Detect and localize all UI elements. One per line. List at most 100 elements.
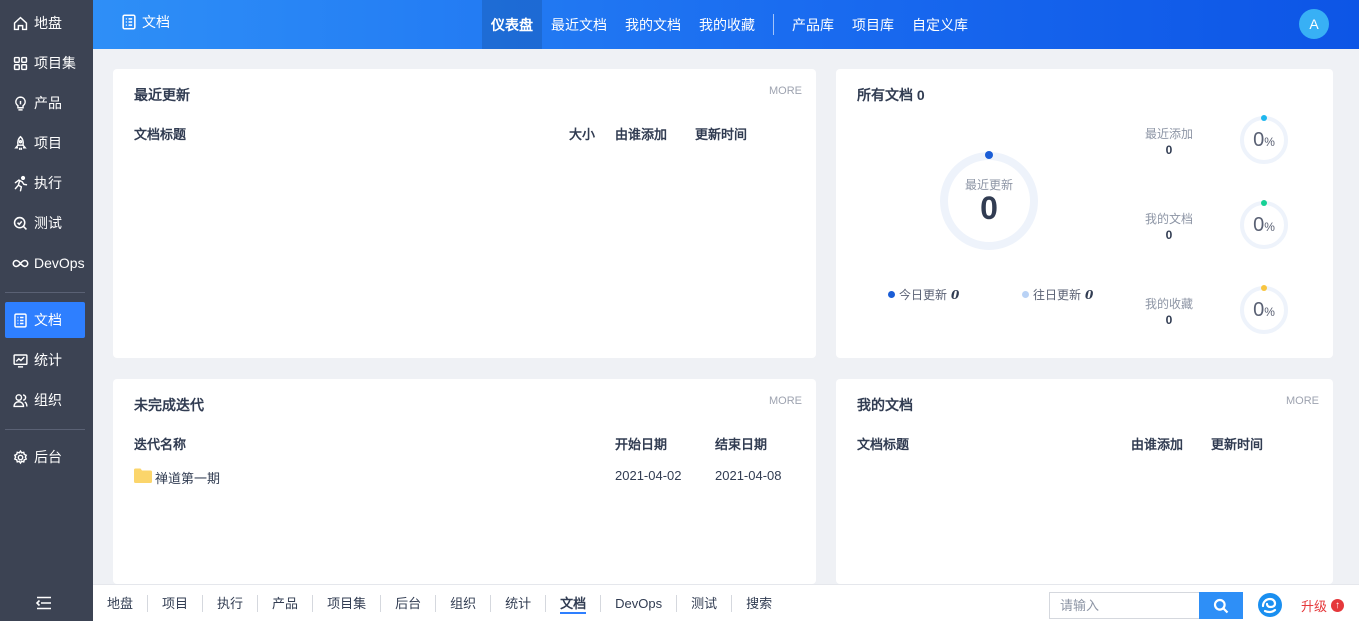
stat-percent-value: 0 <box>1253 299 1265 321</box>
tab-custom-lib[interactable]: 自定义库 <box>903 0 977 49</box>
quick-nav-item[interactable]: 搜索 <box>732 595 786 612</box>
avatar[interactable]: A <box>1299 9 1329 39</box>
iteration-name-link[interactable]: 禅道第一期 <box>155 468 220 487</box>
sidebar-item-label: 产品 <box>34 95 62 111</box>
sidebar-item-org[interactable]: 组织 <box>5 382 85 418</box>
tab-recent-docs[interactable]: 最近文档 <box>542 0 616 49</box>
top-nav: 仪表盘 最近文档 我的文档 我的收藏 产品库 项目库 自定义库 <box>482 0 977 49</box>
column-header-updated-time[interactable]: 更新时间 <box>695 124 747 143</box>
sidebar-item-label: 文档 <box>34 312 62 328</box>
more-link[interactable]: MORE <box>769 395 802 407</box>
legend-past-label: 往日更新 <box>1033 288 1082 302</box>
sidebar-item-dashboard[interactable]: 地盘 <box>5 5 85 41</box>
legend-today: 今日更新 0 <box>888 286 959 303</box>
quick-nav-item[interactable]: 产品 <box>258 595 314 612</box>
arrow-up-icon: ↑ <box>1331 599 1345 612</box>
quick-nav-item[interactable]: 统计 <box>491 595 547 612</box>
column-header-end-date[interactable]: 结束日期 <box>715 434 767 453</box>
sidebar-item-project[interactable]: 项目 <box>5 125 85 161</box>
sidebar-item-label: 执行 <box>34 175 62 191</box>
sidebar-item-execution[interactable]: 执行 <box>5 165 85 201</box>
sidebar-item-label: 测试 <box>34 215 62 231</box>
column-header-size[interactable]: 大小 <box>569 124 595 143</box>
quick-nav-item[interactable]: 项目集 <box>313 595 382 612</box>
run-icon <box>14 175 28 191</box>
iteration-start-date: 2021-04-02 <box>615 468 682 483</box>
stat-percent: 0% <box>1239 115 1289 165</box>
legend-today-label: 今日更新 <box>899 288 948 302</box>
doc-icon <box>14 312 27 328</box>
card-title: 最近更新 <box>134 87 190 103</box>
column-header-start-date[interactable]: 开始日期 <box>615 434 667 453</box>
sidebar: 地盘 项目集 产品 项目 执行 测试 DevOps 文档 统计 组织 后台 <box>0 0 93 621</box>
stat-percent-unit: % <box>1264 220 1275 234</box>
nav-divider <box>773 14 774 35</box>
column-header-added-by[interactable]: 由谁添加 <box>615 124 667 143</box>
users-icon <box>13 393 28 407</box>
column-header-iteration-name[interactable]: 迭代名称 <box>134 434 186 453</box>
sidebar-item-doc[interactable]: 文档 <box>5 302 85 338</box>
column-header-doc-title[interactable]: 文档标题 <box>857 434 909 453</box>
stat-percent-value: 0 <box>1253 129 1265 151</box>
sidebar-item-admin[interactable]: 后台 <box>5 439 85 475</box>
quick-nav-item[interactable]: 地盘 <box>93 595 149 612</box>
tab-dashboard[interactable]: 仪表盘 <box>482 0 542 49</box>
chart-icon <box>13 353 28 368</box>
my-docs-card: 我的文档 MORE 文档标题 由谁添加 更新时间 <box>836 379 1333 584</box>
card-title: 所有文档 0 <box>857 87 925 103</box>
upgrade-link[interactable]: 升级 ↑ <box>1301 596 1345 615</box>
collapse-menu-icon[interactable] <box>35 594 53 612</box>
legend-past-value: 0 <box>1085 287 1094 302</box>
app-title-text: 文档 <box>142 14 170 30</box>
doc-icon <box>122 14 136 30</box>
stat-value: 0 <box>1165 228 1173 242</box>
more-link[interactable]: MORE <box>769 85 802 97</box>
sidebar-item-label: 项目集 <box>34 55 76 71</box>
tab-project-lib[interactable]: 项目库 <box>843 0 903 49</box>
card-title: 我的文档 <box>857 397 913 413</box>
column-header-doc-title[interactable]: 文档标题 <box>134 124 186 143</box>
app-title[interactable]: 文档 <box>120 12 170 32</box>
quick-nav: 地盘 项目 执行 产品 项目集 后台 组织 统计 文档 DevOps 测试 搜索 <box>93 585 786 621</box>
bulb-icon <box>15 95 26 111</box>
stat-label: 我的文档 <box>1144 212 1193 226</box>
tab-my-favorites[interactable]: 我的收藏 <box>690 0 764 49</box>
legend-today-value: 0 <box>951 287 960 302</box>
sidebar-item-product[interactable]: 产品 <box>5 85 85 121</box>
search-button[interactable] <box>1199 592 1243 619</box>
rocket-icon <box>14 135 27 150</box>
top-header: 文档 仪表盘 最近文档 我的文档 我的收藏 产品库 项目库 自定义库 A <box>93 0 1359 49</box>
quick-nav-item[interactable]: 测试 <box>677 595 733 612</box>
sidebar-item-devops[interactable]: DevOps <box>5 245 85 281</box>
iterations-card: 未完成迭代 MORE 迭代名称 开始日期 结束日期 禅道第一期 2021-04-… <box>113 379 816 584</box>
infinity-icon <box>12 259 29 267</box>
zentao-logo-icon[interactable] <box>1257 592 1283 618</box>
tab-my-docs[interactable]: 我的文档 <box>616 0 690 49</box>
quick-nav-item[interactable]: 组织 <box>436 595 492 612</box>
tab-product-lib[interactable]: 产品库 <box>783 0 843 49</box>
ring-value: 0 <box>980 190 998 226</box>
all-docs-card: 所有文档 0 最近更新 0 今日更新 0 往日更新 0 最近添加 0 0% 我的… <box>836 69 1333 358</box>
home-icon <box>13 16 28 30</box>
column-header-added-by[interactable]: 由谁添加 <box>1131 434 1183 453</box>
gear-icon <box>13 449 28 464</box>
sidebar-item-label: DevOps <box>34 255 85 271</box>
quick-nav-item-active[interactable]: 文档 <box>546 595 602 614</box>
search-input[interactable] <box>1049 592 1199 619</box>
sidebar-item-stats[interactable]: 统计 <box>5 342 85 378</box>
sidebar-item-program[interactable]: 项目集 <box>5 45 85 81</box>
quick-nav-item[interactable]: 项目 <box>148 595 204 612</box>
column-header-updated-time[interactable]: 更新时间 <box>1211 434 1263 453</box>
sidebar-item-test[interactable]: 测试 <box>5 205 85 241</box>
card-title: 未完成迭代 <box>134 397 204 413</box>
more-link[interactable]: MORE <box>1286 395 1319 407</box>
stat-value: 0 <box>1165 313 1173 327</box>
quick-nav-item[interactable]: 后台 <box>381 595 437 612</box>
quick-nav-item[interactable]: 执行 <box>203 595 259 612</box>
upgrade-label: 升级 <box>1301 599 1328 614</box>
folder-icon <box>134 468 152 483</box>
quick-nav-item[interactable]: DevOps <box>601 595 678 612</box>
sidebar-item-label: 地盘 <box>34 15 62 31</box>
stat-percent: 0% <box>1239 285 1289 335</box>
legend-past: 往日更新 0 <box>1022 286 1093 303</box>
